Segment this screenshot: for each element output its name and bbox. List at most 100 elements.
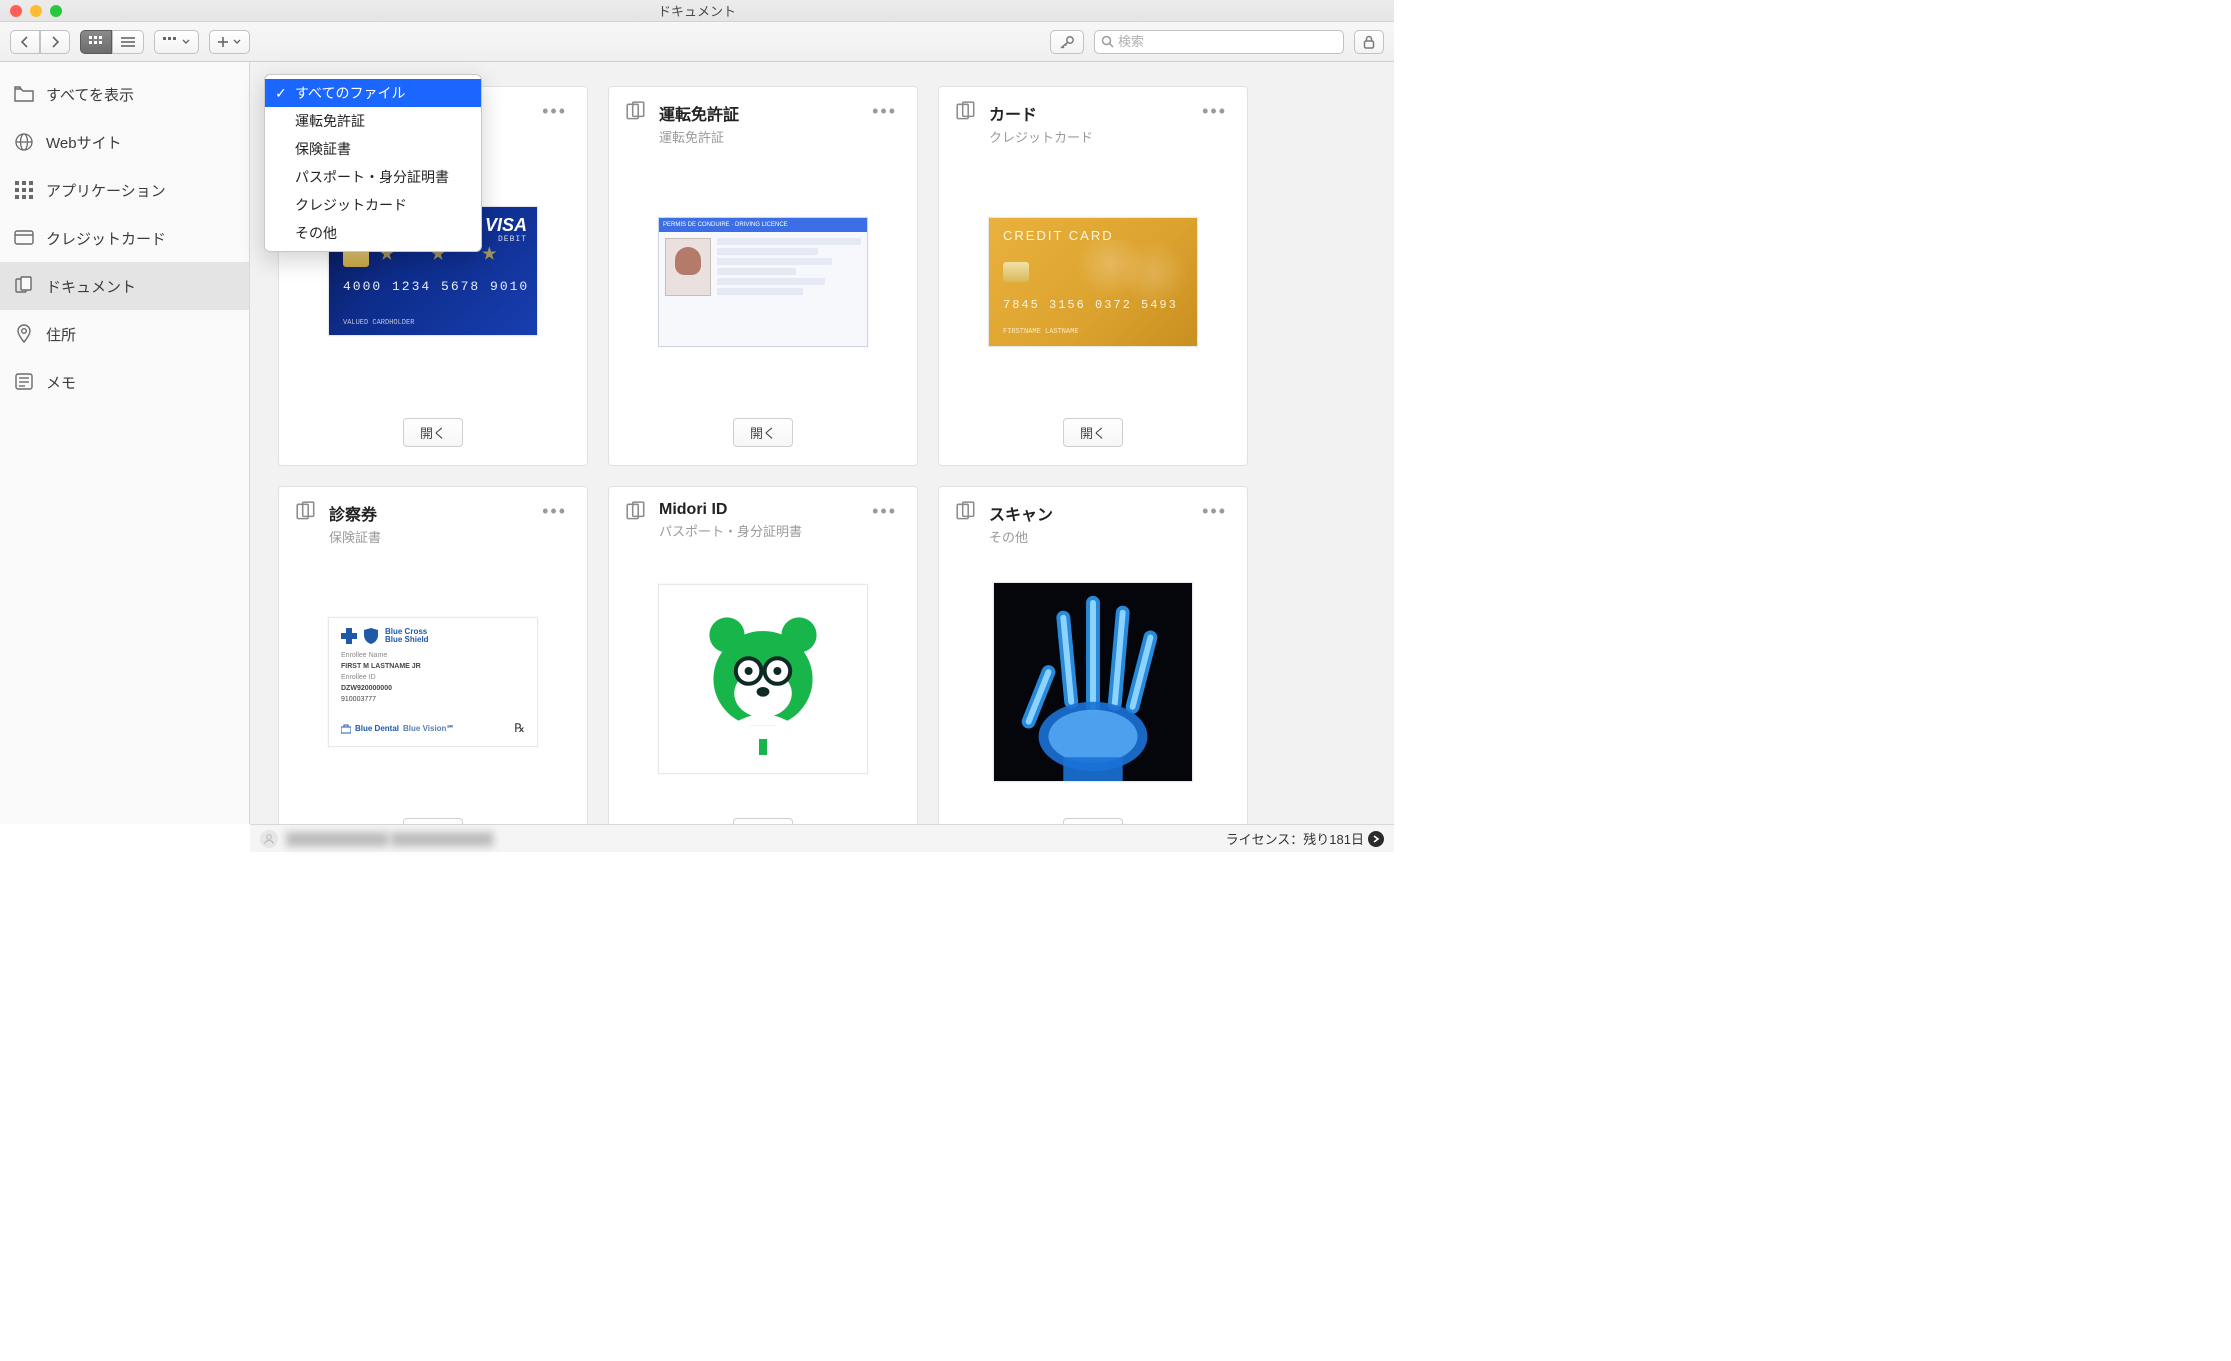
photo-icon <box>665 238 711 296</box>
document-card[interactable]: スキャン その他 ••• <box>938 486 1248 824</box>
forward-button[interactable] <box>40 30 70 54</box>
card-preview: PERMIS DE CONDUIRE · DRIVING LICENCE <box>658 217 868 347</box>
sidebar-item-label: すべてを表示 <box>46 84 134 105</box>
document-card[interactable]: カード クレジットカード ••• CREDIT CARD 7845 3156 0… <box>938 86 1248 466</box>
lock-button[interactable] <box>1354 30 1384 54</box>
card-title: スキャン <box>989 501 1186 525</box>
blue-shield-icon <box>363 628 379 644</box>
chevron-down-icon <box>233 39 241 45</box>
cardholder: VALUED CARDHOLDER <box>343 319 414 327</box>
key-icon <box>1059 35 1075 49</box>
open-button[interactable]: 開く <box>1063 418 1123 447</box>
open-button[interactable]: 開く <box>403 418 463 447</box>
filter-item-other[interactable]: その他 <box>265 219 481 247</box>
view-switch-group <box>80 30 144 54</box>
sidebar-item-label: クレジットカード <box>46 228 166 249</box>
close-window-button[interactable] <box>10 5 22 17</box>
card-number: 4000 1234 5678 9010 <box>343 279 529 294</box>
sidebar-item-label: アプリケーション <box>46 180 166 201</box>
open-folder-icon <box>14 84 34 104</box>
filter-item-label: パスポート・身分証明書 <box>295 167 449 187</box>
card-title: Midori ID <box>659 501 856 519</box>
ins-id: DZW920000000 <box>341 685 525 692</box>
minimize-window-button[interactable] <box>30 5 42 17</box>
cardholder: FIRSTNAME LASTNAME <box>1003 328 1079 336</box>
license-bar: PERMIS DE CONDUIRE · DRIVING LICENCE <box>659 218 867 232</box>
document-icon <box>955 101 977 123</box>
document-card[interactable]: 運転免許証 運転免許証 ••• PERMIS DE CONDUIRE · DRI… <box>608 86 918 466</box>
card-menu-button[interactable]: ••• <box>1198 501 1231 546</box>
status-bar: ████████████ ████████████ ライセンス：残り181日 <box>250 824 1394 852</box>
list-view-button[interactable] <box>112 30 144 54</box>
toolbar <box>0 22 1394 62</box>
brand-label: Blue Shield <box>385 636 429 644</box>
back-button[interactable] <box>10 30 40 54</box>
sidebar-item-documents[interactable]: ドキュメント <box>0 262 249 310</box>
card-preview: Blue Cross Blue Shield Enrollee Name FIR… <box>328 617 538 747</box>
ins-label: Enrollee ID <box>341 674 525 681</box>
license-next-button[interactable] <box>1368 831 1384 847</box>
xray-hand-icon <box>994 583 1192 781</box>
search-field[interactable] <box>1094 30 1344 54</box>
titlebar: ドキュメント <box>0 0 1394 22</box>
user-avatar-icon[interactable] <box>260 830 278 848</box>
chevron-down-icon <box>182 39 190 45</box>
document-icon <box>295 501 317 523</box>
filter-item-passport-id[interactable]: パスポート・身分証明書 <box>265 163 481 191</box>
filter-item-credit-card[interactable]: クレジットカード <box>265 191 481 219</box>
search-input[interactable] <box>1118 34 1337 49</box>
zoom-window-button[interactable] <box>50 5 62 17</box>
blue-cross-icon <box>341 628 357 644</box>
ins-group: 910003777 <box>341 696 525 703</box>
filter-item-license[interactable]: 運転免許証 <box>265 107 481 135</box>
add-button[interactable] <box>209 30 250 54</box>
debit-label: DEBIT <box>498 235 527 244</box>
vision-label: Blue Vision℠ <box>403 724 455 733</box>
card-preview <box>658 584 868 774</box>
card-number: 7845 3156 0372 5493 <box>1003 298 1178 312</box>
key-button[interactable] <box>1050 30 1084 54</box>
sidebar-item-credit-cards[interactable]: クレジットカード <box>0 214 249 262</box>
location-icon <box>14 324 34 344</box>
filter-item-all-files[interactable]: すべてのファイル <box>265 79 481 107</box>
window-title: ドキュメント <box>0 1 1394 20</box>
card-subtitle: その他 <box>989 527 1186 546</box>
sidebar-item-label: 住所 <box>46 324 76 345</box>
license-status: ライセンス：残り181日 <box>1226 829 1364 848</box>
card-subtitle: 保険証書 <box>329 527 526 546</box>
sidebar: すべてを表示 Webサイト アプリケーション クレジットカード ドキュメント <box>0 62 250 824</box>
rx-label: ℞ <box>514 721 525 736</box>
visa-logo: VISA <box>485 215 527 236</box>
sidebar-item-addresses[interactable]: 住所 <box>0 310 249 358</box>
nav-group <box>10 30 70 54</box>
filter-item-label: その他 <box>295 223 337 243</box>
filter-item-label: 保険証書 <box>295 139 351 159</box>
card-menu-button[interactable]: ••• <box>538 101 571 123</box>
filter-item-label: 運転免許証 <box>295 111 365 131</box>
card-menu-button[interactable]: ••• <box>538 501 571 546</box>
card-subtitle: パスポート・身分証明書 <box>659 521 856 540</box>
document-card[interactable]: 診察券 保険証書 ••• Blue Cross Blue Shield <box>278 486 588 824</box>
sidebar-item-websites[interactable]: Webサイト <box>0 118 249 166</box>
card-menu-button[interactable]: ••• <box>1198 101 1231 146</box>
grid-view-button[interactable] <box>80 30 112 54</box>
ins-label: Enrollee Name <box>341 652 525 659</box>
card-title: 運転免許証 <box>659 101 856 125</box>
filter-dropdown-button[interactable] <box>154 30 199 54</box>
card-menu-button[interactable]: ••• <box>868 501 901 540</box>
document-card[interactable]: Midori ID パスポート・身分証明書 ••• <box>608 486 918 824</box>
card-subtitle: クレジットカード <box>989 127 1186 146</box>
dental-label: Blue Dental <box>355 724 399 733</box>
card-preview: CREDIT CARD 7845 3156 0372 5493 FIRSTNAM… <box>988 217 1198 347</box>
card-menu-button[interactable]: ••• <box>868 101 901 146</box>
sidebar-item-label: ドキュメント <box>46 276 136 297</box>
sidebar-item-applications[interactable]: アプリケーション <box>0 166 249 214</box>
sidebar-item-all[interactable]: すべてを表示 <box>0 70 249 118</box>
filter-item-label: すべてのファイル <box>295 83 405 103</box>
bear-avatar-icon <box>683 599 843 759</box>
open-button[interactable]: 開く <box>733 418 793 447</box>
sidebar-item-label: メモ <box>46 372 76 393</box>
filter-item-insurance[interactable]: 保険証書 <box>265 135 481 163</box>
card-preview <box>993 582 1193 782</box>
sidebar-item-notes[interactable]: メモ <box>0 358 249 406</box>
